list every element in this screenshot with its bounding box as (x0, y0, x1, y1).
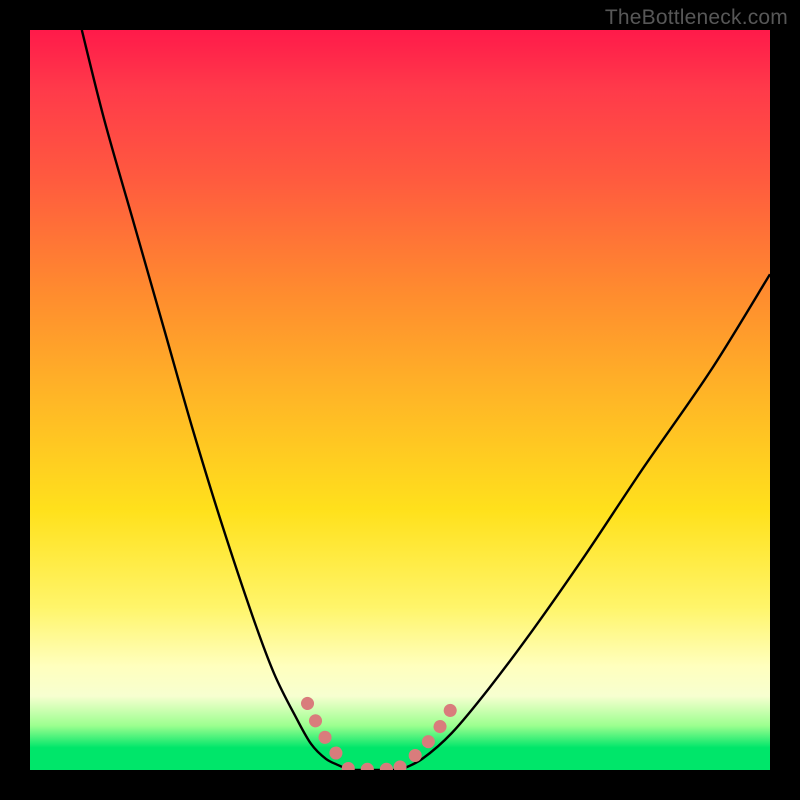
chart-frame (30, 30, 770, 770)
highlight-right (400, 708, 452, 767)
watermark-text: TheBottleneck.com (605, 6, 788, 30)
right-curve (400, 274, 770, 770)
highlight-left (308, 703, 349, 767)
left-curve (82, 30, 348, 770)
curve-canvas (30, 30, 770, 770)
